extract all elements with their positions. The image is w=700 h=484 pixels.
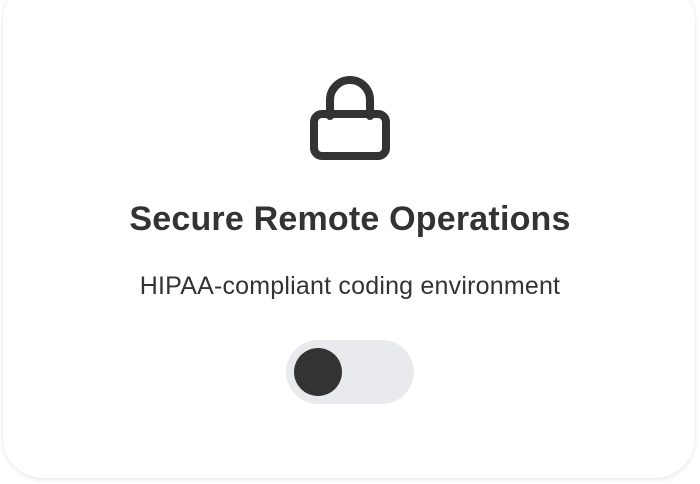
card-title: Secure Remote Operations bbox=[129, 200, 571, 238]
toggle-knob[interactable] bbox=[294, 348, 342, 396]
secure-mode-toggle[interactable] bbox=[286, 340, 414, 404]
card-subtitle: HIPAA-compliant coding environment bbox=[139, 272, 561, 300]
lock-icon bbox=[310, 76, 390, 160]
